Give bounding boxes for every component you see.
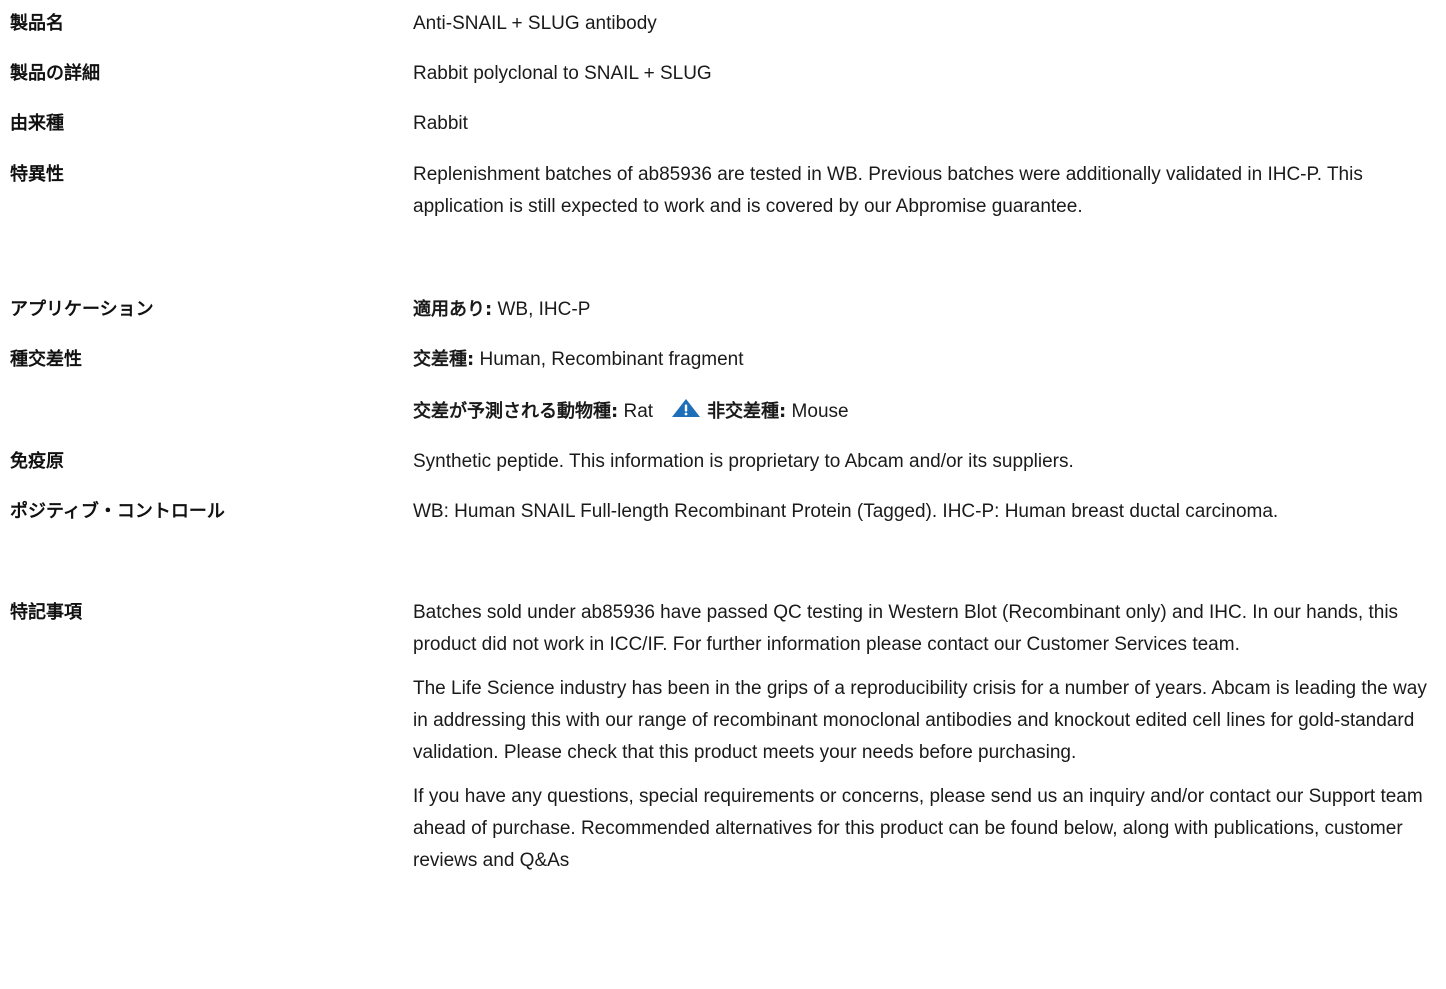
value-positive-control: WB: Human SNAIL Full-length Recombinant … <box>413 501 1279 522</box>
reactive-species-prefix: 交差種: <box>413 349 475 370</box>
value-specificity: Replenishment batches of ab85936 are tes… <box>413 164 1363 217</box>
label-immunogen: 免疫原 <box>10 451 64 472</box>
label-species-reactivity: 種交差性 <box>10 349 82 370</box>
label-host-species: 由来種 <box>10 113 64 134</box>
label-specificity: 特異性 <box>10 164 64 185</box>
label-notes: 特記事項 <box>10 602 82 623</box>
non-reactive-species-prefix: 非交差種: <box>707 401 787 422</box>
label-applications: アプリケーション <box>10 299 154 320</box>
notes-paragraph: The Life Science industry has been in th… <box>413 678 1427 763</box>
reactive-species-line: 交差種: Human, Recombinant fragment <box>413 344 1443 376</box>
label-positive-control: ポジティブ・コントロール <box>10 501 225 522</box>
applications-value: WB, IHC-P <box>492 299 591 320</box>
value-host-species: Rabbit <box>413 113 468 134</box>
value-applications: 適用あり: WB, IHC-P <box>413 294 1443 326</box>
value-product-name: Anti-SNAIL + SLUG antibody <box>413 13 657 34</box>
predicted-species-value: Rat <box>618 401 654 422</box>
value-species-reactivity: 交差種: Human, Recombinant fragment 交差が予測され… <box>413 344 1443 428</box>
notes-paragraph: If you have any questions, special requi… <box>413 786 1423 871</box>
value-immunogen: Synthetic peptide. This information is p… <box>413 451 1074 472</box>
value-product-details: Rabbit polyclonal to SNAIL + SLUG <box>413 63 712 84</box>
value-notes: Batches sold under ab85936 have passed Q… <box>413 597 1443 877</box>
label-product-details: 製品の詳細 <box>10 63 100 84</box>
reactive-species-value: Human, Recombinant fragment <box>474 349 744 370</box>
warning-triangle-icon <box>672 399 701 417</box>
predicted-species-line: 交差が予測される動物種: Rat 非交差種: Mouse <box>413 396 1443 428</box>
label-product-name: 製品名 <box>10 13 64 34</box>
predicted-species-prefix: 交差が予測される動物種: <box>413 401 619 422</box>
applications-prefix: 適用あり: <box>413 299 493 320</box>
notes-paragraph: Batches sold under ab85936 have passed Q… <box>413 602 1399 655</box>
non-reactive-species-value: Mouse <box>786 401 849 422</box>
